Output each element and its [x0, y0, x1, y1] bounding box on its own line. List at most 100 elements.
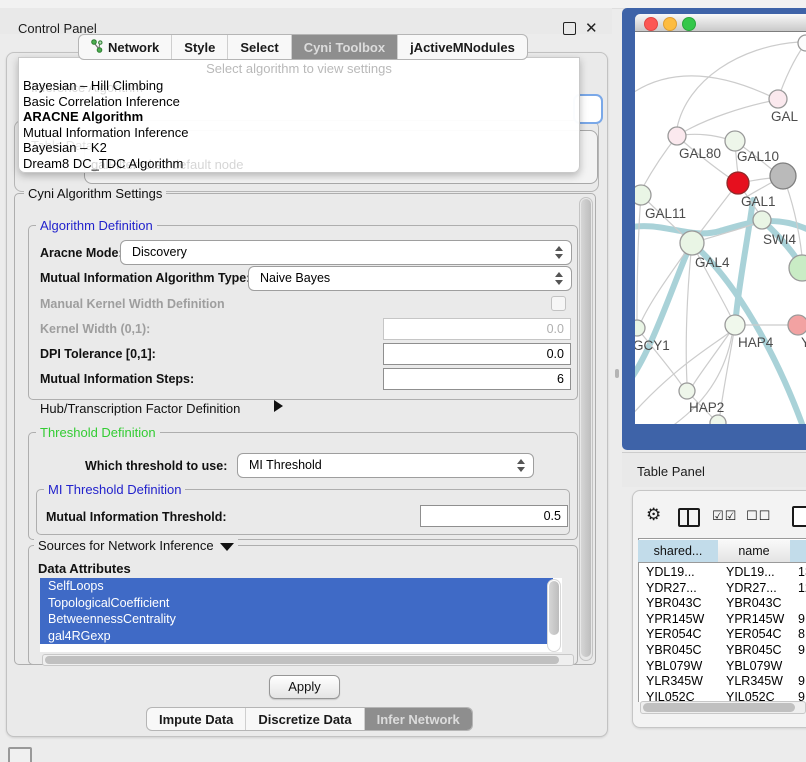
- algorithm-dropdown-popup: Select algorithm to view settings Infere…: [18, 57, 580, 173]
- attributes-scrollbar-thumb[interactable]: [549, 581, 559, 635]
- network-node[interactable]: [710, 415, 726, 424]
- collapsed-panel-icon[interactable]: [8, 747, 32, 762]
- mi-type-combo[interactable]: Naive Bayes: [248, 266, 572, 291]
- table-row[interactable]: YER054CYER054C8.: [639, 627, 806, 643]
- zoom-window-icon[interactable]: [682, 17, 696, 31]
- table-mode-icon[interactable]: [792, 506, 806, 527]
- deselect-all-columns-icon[interactable]: ☐☐: [746, 508, 771, 524]
- data-attributes-label: Data Attributes: [38, 561, 131, 576]
- table-row[interactable]: YDR27...YDR27...12: [639, 581, 806, 597]
- column-header-shared[interactable]: shared...: [638, 540, 719, 563]
- bottom-tab-infer-network[interactable]: Infer Network: [365, 708, 472, 730]
- combo-spinner-icon: [555, 246, 563, 259]
- tab-jactivemnodules[interactable]: jActiveMNodules: [398, 35, 527, 59]
- split-columns-icon[interactable]: [678, 508, 700, 527]
- network-edge[interactable]: [692, 243, 805, 424]
- network-edge[interactable]: [736, 200, 753, 316]
- expand-arrow-icon[interactable]: [274, 400, 283, 412]
- panel-splitter-handle[interactable]: [615, 369, 619, 378]
- algorithm-option-basic-correlation-inference[interactable]: Basic Correlation Inference: [23, 94, 575, 110]
- bottom-tab-impute-data[interactable]: Impute Data: [147, 708, 246, 730]
- table-row[interactable]: YDL19...YDL19...13: [639, 565, 806, 581]
- attributes-hscrollbar[interactable]: [42, 654, 574, 666]
- network-edge[interactable]: [635, 76, 770, 96]
- table-settings-gear-icon[interactable]: ⚙: [646, 505, 661, 525]
- algorithm-option-bayesian-hill-climbing[interactable]: Bayesian – Hill Climbing: [23, 78, 575, 94]
- settings-vertical-scrollbar[interactable]: [579, 197, 593, 661]
- network-node-gal4[interactable]: [680, 231, 704, 255]
- algorithm-option-mutual-information-inference[interactable]: Mutual Information Inference: [23, 125, 575, 141]
- table-hscrollbar-thumb[interactable]: [643, 703, 795, 712]
- table-cell: YBR043C: [646, 596, 702, 612]
- network-node-gal[interactable]: [769, 90, 787, 108]
- attribute-item-topologicalcoefficient[interactable]: TopologicalCoefficient: [40, 595, 553, 612]
- algorithm-option-bayesian-k2[interactable]: Bayesian – K2: [23, 140, 575, 156]
- bottom-tab-discretize-data[interactable]: Discretize Data: [246, 708, 364, 730]
- network-node-label: SWI4: [763, 232, 796, 247]
- network-edge[interactable]: [693, 325, 735, 385]
- collapse-arrow-icon[interactable]: [220, 543, 234, 551]
- kernel-width-field[interactable]: 0.0: [383, 318, 571, 340]
- kernel-width-label: Kernel Width (0,1):: [40, 322, 150, 336]
- network-node[interactable]: [798, 35, 806, 51]
- network-window-titlebar[interactable]: [635, 14, 806, 32]
- network-node-hap2[interactable]: [679, 383, 695, 399]
- mi-threshold-field[interactable]: 0.5: [420, 505, 568, 527]
- tab-network[interactable]: Network: [79, 35, 172, 59]
- network-node-gal80[interactable]: [668, 127, 686, 145]
- table-row[interactable]: YBL079WYBL079W: [639, 659, 806, 675]
- network-canvas[interactable]: GALGAL80GAL10GAL1GAL11SWI4GAL4YHAP4GCY1H…: [635, 32, 806, 424]
- network-node-swi4[interactable]: [753, 211, 771, 229]
- attributes-scrollbar[interactable]: [547, 579, 561, 652]
- table-row[interactable]: YPR145WYPR145W9.: [639, 612, 806, 628]
- network-edge[interactable]: [677, 101, 771, 136]
- algorithm-option-aracne-algorithm[interactable]: ARACNE Algorithm: [23, 109, 575, 125]
- hub-definition-label[interactable]: Hub/Transcription Factor Definition: [40, 401, 240, 416]
- manual-kernel-checkbox[interactable]: [551, 296, 566, 311]
- network-edge[interactable]: [637, 195, 641, 320]
- tab-select[interactable]: Select: [228, 35, 291, 59]
- aracne-mode-combo[interactable]: Discovery: [120, 240, 572, 265]
- attribute-item-selfloops[interactable]: SelfLoops: [40, 578, 553, 595]
- column-header-a[interactable]: A: [790, 540, 806, 563]
- tab-style[interactable]: Style: [172, 35, 228, 59]
- network-node-gal11[interactable]: [635, 185, 651, 205]
- table-row[interactable]: YBR043CYBR043C: [639, 596, 806, 612]
- table-row[interactable]: YLR345WYLR345W9.: [639, 674, 806, 690]
- sources-title-text: Sources for Network Inference: [38, 538, 214, 553]
- network-edge[interactable]: [635, 246, 690, 384]
- select-all-columns-icon[interactable]: ☑☑: [712, 508, 737, 524]
- network-node-label: HAP2: [689, 400, 724, 415]
- column-header-name[interactable]: name: [718, 540, 791, 563]
- network-node-hap4[interactable]: [725, 315, 745, 335]
- attributes-hscrollbar-thumb[interactable]: [45, 656, 559, 664]
- network-node-y[interactable]: [788, 315, 806, 335]
- bottom-tab-label: Impute Data: [159, 712, 233, 727]
- combo-spinner-icon: [517, 459, 525, 472]
- network-node-gcy1[interactable]: [635, 320, 645, 336]
- attribute-item-betweennesscentrality[interactable]: BetweennessCentrality: [40, 611, 553, 628]
- close-panel-icon[interactable]: ✕: [585, 19, 598, 37]
- table-cell: 13: [798, 565, 806, 581]
- table-hscrollbar[interactable]: [640, 701, 806, 714]
- dpi-tolerance-field[interactable]: 0.0: [383, 343, 571, 365]
- settings-scrollbar-thumb[interactable]: [581, 199, 591, 657]
- apply-button[interactable]: Apply: [269, 675, 340, 699]
- network-node-gal10[interactable]: [725, 131, 745, 151]
- network-node[interactable]: [789, 255, 806, 281]
- network-node-label: GAL4: [695, 255, 730, 270]
- table-row[interactable]: YBR045CYBR045C9.: [639, 643, 806, 659]
- mi-steps-field[interactable]: 6: [383, 368, 571, 390]
- attribute-item-gal4rgexp[interactable]: gal4RGexp: [40, 628, 553, 645]
- float-panel-icon[interactable]: [563, 22, 576, 35]
- table-cell: YDR27...: [646, 581, 697, 597]
- network-node[interactable]: [770, 163, 796, 189]
- tab-cyni-toolbox[interactable]: Cyni Toolbox: [292, 35, 398, 59]
- algorithm-option-dream8-dc-tdc-algorithm[interactable]: Dream8 DC_TDC Algorithm: [23, 156, 575, 172]
- network-node-gal1[interactable]: [727, 172, 749, 194]
- app-screen: Control Panel ✕ NetworkStyleSelectCyni T…: [0, 0, 806, 762]
- which-threshold-combo[interactable]: MI Threshold: [237, 453, 534, 478]
- table-cell: YBL079W: [726, 659, 782, 675]
- minimize-window-icon[interactable]: [663, 17, 677, 31]
- close-window-icon[interactable]: [644, 17, 658, 31]
